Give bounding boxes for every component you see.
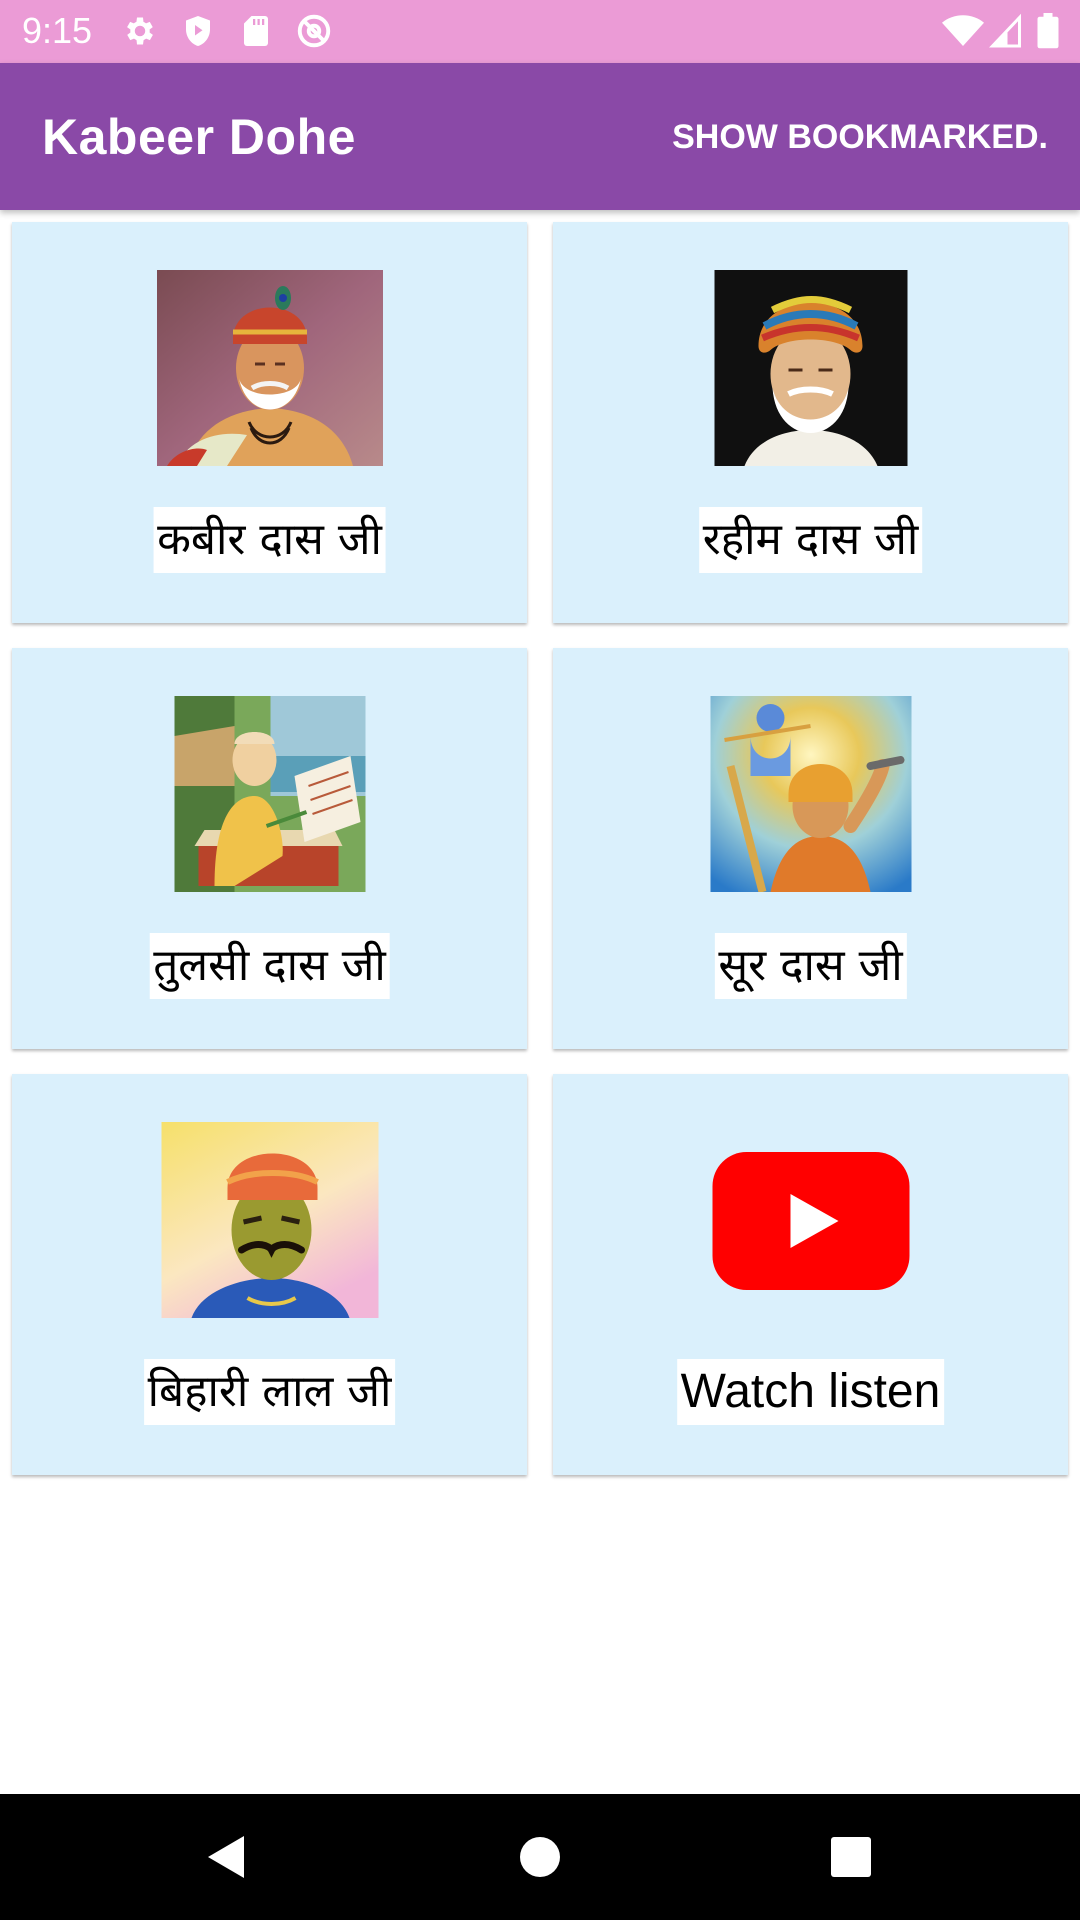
- bihari-portrait: [161, 1122, 378, 1318]
- gear-icon: [122, 13, 158, 49]
- card-label: कबीर दास जी: [153, 507, 386, 573]
- card-label: Watch listen: [676, 1359, 945, 1425]
- rahim-portrait: [714, 270, 907, 466]
- kabir-portrait: [156, 270, 383, 466]
- navigation-bar: [0, 1794, 1080, 1920]
- card-label: सूर दास जी: [714, 933, 907, 999]
- back-icon[interactable]: [196, 1824, 262, 1890]
- card-watch-listen[interactable]: Watch listen: [553, 1074, 1068, 1475]
- card-label: तुलसी दास जी: [149, 933, 390, 999]
- signal-icon: [988, 13, 1024, 49]
- tulsidas-portrait: [174, 696, 365, 892]
- recents-icon[interactable]: [818, 1824, 884, 1890]
- card-surdas[interactable]: सूर दास जी: [553, 648, 1068, 1049]
- sd-card-icon: [238, 13, 274, 49]
- card-rahim[interactable]: रहीम दास जी: [553, 222, 1068, 623]
- app-title: Kabeer Dohe: [42, 109, 356, 165]
- app-bar: Kabeer Dohe SHOW BOOKMARKED.: [0, 63, 1080, 210]
- card-label: रहीम दास जी: [698, 507, 923, 573]
- shield-play-icon: [180, 13, 216, 49]
- card-tulsidas[interactable]: तुलसी दास जी: [12, 648, 527, 1049]
- wifi-icon: [942, 13, 984, 49]
- youtube-icon: [712, 1122, 909, 1318]
- card-bihari[interactable]: बिहारी लाल जी: [12, 1074, 527, 1475]
- surdas-portrait: [710, 696, 911, 892]
- card-kabir[interactable]: कबीर दास जी: [12, 222, 527, 623]
- home-icon[interactable]: [507, 1824, 573, 1890]
- status-bar: 9:15: [0, 0, 1080, 63]
- card-label: बिहारी लाल जी: [143, 1359, 396, 1425]
- show-bookmarked-button[interactable]: SHOW BOOKMARKED.: [672, 115, 1048, 159]
- battery-icon: [1036, 13, 1060, 49]
- status-time: 9:15: [22, 10, 93, 51]
- at-sign-icon: [296, 13, 332, 49]
